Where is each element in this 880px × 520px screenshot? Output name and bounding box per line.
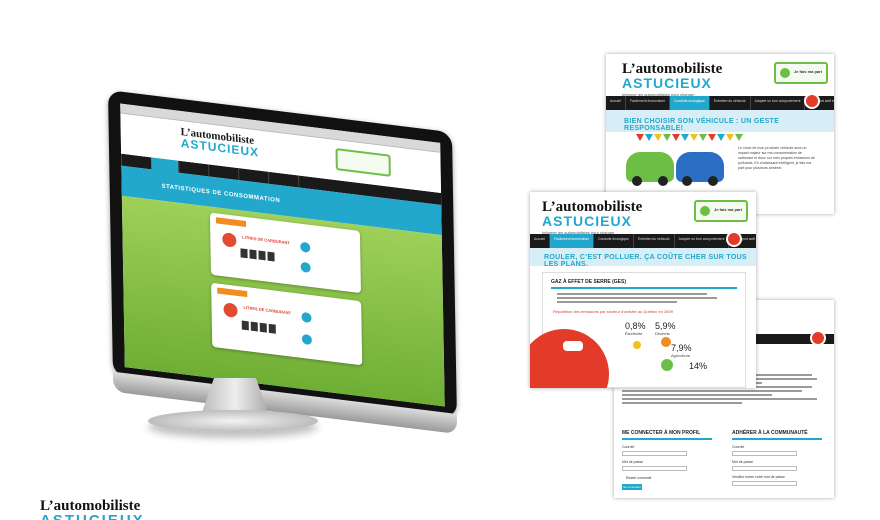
brand-logo-line2: ASTUCIEUX	[40, 514, 168, 520]
page-title: ROULER, C’EST POLLUER. ÇA COÛTE CHER SUR…	[544, 254, 747, 268]
monitor-screen: L’automobiliste ASTUCIEUX STATISTIQUES D…	[120, 103, 445, 407]
field-label: Courriel	[732, 445, 745, 449]
nav-item[interactable]: Accueil	[606, 96, 626, 110]
page-polluer: L’automobiliste ASTUCIEUX Informer les a…	[530, 192, 756, 388]
je-fais-ma-part-box[interactable]	[335, 148, 391, 177]
counter-digits	[241, 320, 276, 334]
logo-line2: ASTUCIEUX	[542, 213, 632, 229]
stat-card: LITRES DE CARBURANT	[209, 212, 361, 294]
card-label: LITRES DE CARBURANT	[242, 234, 290, 246]
page-body-text: Le choix de mon prochain véhicule aura u…	[738, 146, 815, 170]
field-label: Mot de passe	[622, 460, 644, 464]
remember-checkbox-label[interactable]: Rester connecté	[626, 476, 652, 480]
cta-label: Je fais ma part	[794, 69, 823, 74]
badge-icon	[804, 93, 820, 109]
leaf-icon	[780, 68, 790, 78]
ges-panel: GAZ À EFFET DE SERRE (GES) Répartition d…	[530, 272, 746, 388]
chart-caption: Répartition des émissions par secteur d’…	[553, 309, 673, 314]
ges-text	[557, 293, 717, 305]
electricite-dot	[633, 341, 641, 349]
info-icon	[300, 241, 311, 253]
login-email-input[interactable]	[622, 451, 687, 456]
brand-logo-line2-clip: ASTUCIEUX	[40, 514, 168, 520]
field-label: Veuillez entrer votre mot de passe	[732, 475, 785, 479]
car-icon	[563, 341, 583, 351]
section-title: GAZ À EFFET DE SERRE (GES)	[551, 279, 627, 285]
stat-dechets-label: Déchets	[655, 331, 670, 336]
monitor-stand-base	[148, 410, 318, 432]
join-email-input[interactable]	[732, 451, 797, 456]
monitor-bezel: L’automobiliste ASTUCIEUX STATISTIQUES D…	[108, 90, 458, 435]
nav-item[interactable]: Adopter un bon comportement	[751, 96, 806, 110]
dechets-dot	[661, 337, 671, 347]
page-title: BIEN CHOISIR SON VÉHICULE : UN GESTE RES…	[624, 118, 780, 132]
nav-item[interactable]: Accueil	[530, 234, 550, 248]
stat-electricite-label: Électricité	[625, 331, 643, 336]
counter-digits	[240, 248, 275, 262]
nav-item[interactable]: Entretien du véhicule	[634, 234, 675, 248]
stat-dechets: 5,9%	[655, 321, 676, 331]
section-underline	[551, 287, 737, 289]
section-underline	[622, 438, 712, 440]
info-icon	[301, 311, 312, 324]
agriculture-dot	[661, 359, 673, 371]
card-label: LITRES DE CARBURANT	[243, 304, 292, 316]
badge-icon	[726, 231, 742, 247]
page-headline: STATISTIQUES DE CONSOMMATION	[161, 183, 281, 205]
blue-car-icon	[676, 152, 724, 186]
green-car-icon	[626, 152, 674, 186]
stat-agriculture-label: Agriculture	[671, 353, 691, 358]
stat-electricite: 0,8%	[625, 321, 646, 331]
page-choisir-vehicule: L’automobiliste ASTUCIEUX Informer les a…	[606, 54, 834, 214]
je-fais-ma-part-box[interactable]: Je fais ma part	[694, 200, 748, 222]
login-password-input[interactable]	[622, 466, 687, 471]
bunting-decoration	[636, 134, 743, 141]
site-logo[interactable]: L’automobiliste ASTUCIEUX	[180, 126, 259, 160]
je-fais-ma-part-box[interactable]: Je fais ma part	[774, 62, 828, 84]
logo-line2: ASTUCIEUX	[622, 75, 712, 91]
nav-item[interactable]: Facilement économiser	[549, 234, 594, 248]
info-icon	[301, 333, 312, 346]
nav-item[interactable]: Conduite écologique	[670, 96, 710, 110]
stat-agriculture: 7,9%	[671, 343, 692, 353]
page-nav: Accueil Facilement économiser Conduite é…	[530, 234, 756, 248]
card-tag	[215, 217, 247, 228]
section-underline	[732, 438, 822, 440]
page-logo: L’automobiliste ASTUCIEUX	[542, 200, 642, 229]
join-password-input[interactable]	[732, 466, 797, 471]
fuel-pump-icon	[222, 232, 237, 248]
login-button[interactable]: Se connecter	[622, 484, 642, 490]
nav-item[interactable]: Conduite écologique	[594, 234, 634, 248]
join-title: ADHÉRER À LA COMMUNAUTÉ	[732, 430, 808, 436]
card-tag	[217, 287, 248, 298]
brand-logo-line1: L’automobiliste	[40, 498, 141, 514]
join-password-confirm-input[interactable]	[732, 481, 797, 486]
pie-segment-transport	[530, 329, 609, 388]
page-logo: L’automobiliste ASTUCIEUX	[622, 62, 722, 91]
field-label: Mot de passe	[732, 460, 754, 464]
monitor-mockup: L’automobiliste ASTUCIEUX STATISTIQUES D…	[86, 90, 476, 435]
field-label: Courriel	[622, 445, 635, 449]
info-icon	[300, 261, 311, 273]
nav-item[interactable]: Facilement économiser	[626, 96, 670, 110]
leaf-icon	[700, 206, 710, 216]
badge-icon	[810, 330, 826, 346]
fuel-pump-icon	[223, 302, 238, 318]
cta-label: Je fais ma part	[714, 207, 743, 212]
login-title: ME CONNECTER À MON PROFIL	[622, 430, 701, 436]
nav-item[interactable]: Adopter un bon comportement	[675, 234, 730, 248]
stat-card: LITRES DE CARBURANT	[211, 282, 363, 366]
stat-other: 14%	[689, 361, 708, 371]
nav-item[interactable]: Entretien du véhicule	[710, 96, 751, 110]
page-nav: Accueil Facilement économiser Conduite é…	[606, 96, 834, 110]
